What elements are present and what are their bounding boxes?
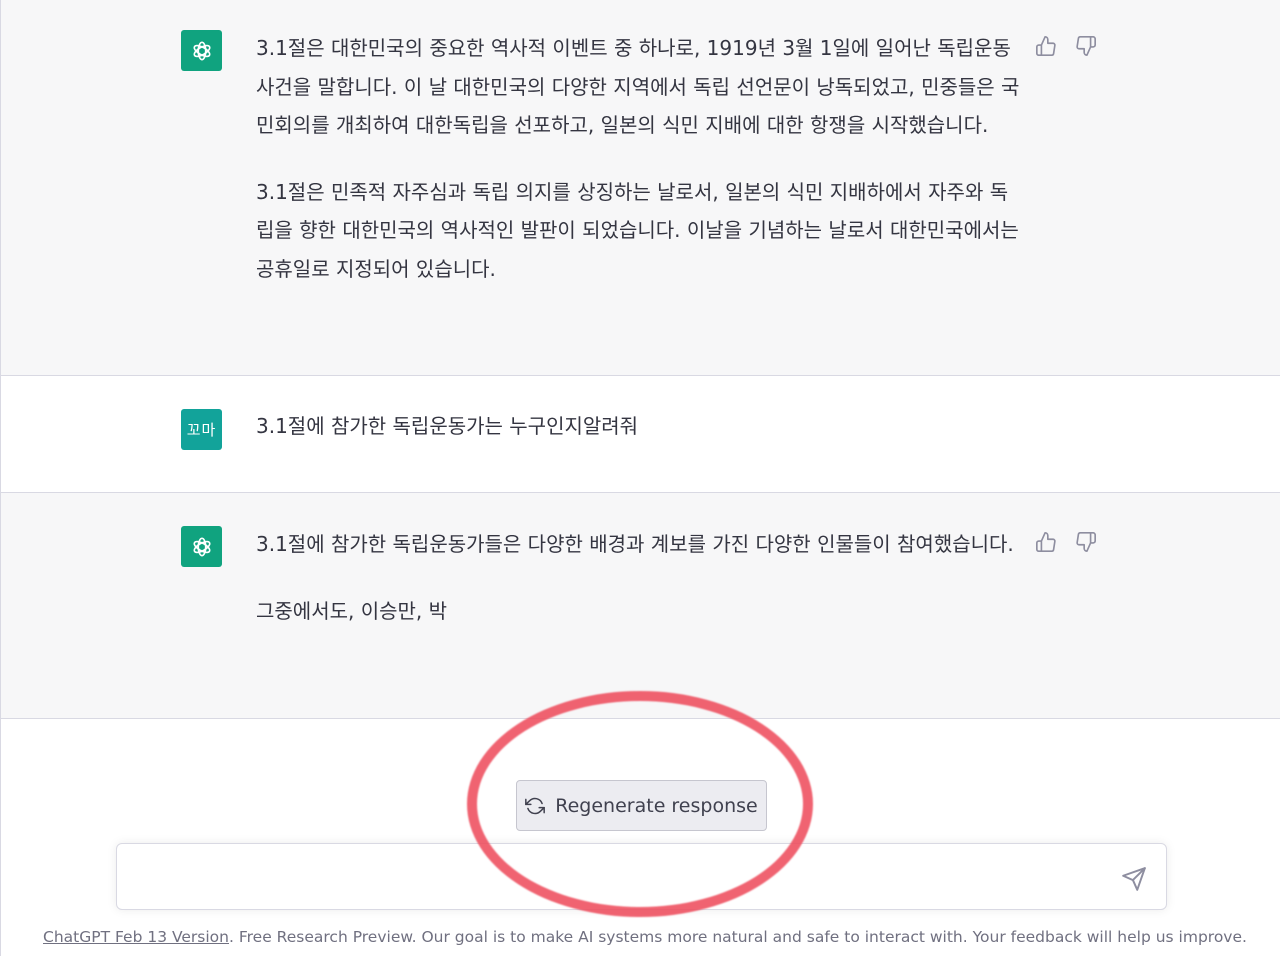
regenerate-label: Regenerate response xyxy=(555,794,758,817)
send-icon[interactable] xyxy=(1121,866,1147,892)
message-paragraph: 3.1절은 대한민국의 중요한 역사적 이벤트 중 하나로, 1919년 3월 … xyxy=(256,36,1020,137)
thumbs-up-icon[interactable] xyxy=(1035,531,1057,553)
message-input[interactable] xyxy=(133,862,1117,896)
message-paragraph: 그중에서도, 이승만, 박 xyxy=(256,598,448,623)
feedback-buttons xyxy=(1035,35,1097,57)
message-paragraph: 3.1절에 참가한 독립운동가들은 다양한 배경과 계보를 가진 다양한 인물들… xyxy=(256,532,1014,556)
assistant-message: 3.1절은 대한민국의 중요한 역사적 이벤트 중 하나로, 1919년 3월 … xyxy=(1,0,1280,376)
message-text: 3.1절에 참가한 독립운동가들은 다양한 배경과 계보를 가진 다양한 인물들… xyxy=(256,525,1026,630)
thumbs-up-icon[interactable] xyxy=(1035,35,1057,57)
footer-disclaimer: ChatGPT Feb 13 Version. Free Research Pr… xyxy=(43,928,1247,946)
openai-logo-icon xyxy=(181,30,222,71)
thumbs-down-icon[interactable] xyxy=(1075,531,1097,553)
feedback-buttons xyxy=(1035,531,1097,553)
user-message: 꼬마 3.1절에 참가한 독립운동가는 누구인지알려줘 xyxy=(1,376,1280,493)
assistant-message: 3.1절에 참가한 독립운동가들은 다양한 배경과 계보를 가진 다양한 인물들… xyxy=(1,493,1280,719)
refresh-icon xyxy=(525,797,546,814)
message-text: 3.1절은 대한민국의 중요한 역사적 이벤트 중 하나로, 1919년 3월 … xyxy=(256,29,1026,288)
thumbs-down-icon[interactable] xyxy=(1075,35,1097,57)
regenerate-response-button[interactable]: Regenerate response xyxy=(516,780,767,831)
footer-text: . Free Research Preview. Our goal is to … xyxy=(229,928,1247,946)
chat-page: 3.1절은 대한민국의 중요한 역사적 이벤트 중 하나로, 1919년 3월 … xyxy=(0,0,1280,956)
version-link[interactable]: ChatGPT Feb 13 Version xyxy=(43,928,229,946)
message-composer xyxy=(116,843,1167,910)
openai-logo-icon xyxy=(181,526,222,567)
user-message-text: 3.1절에 참가한 독립운동가는 누구인지알려줘 xyxy=(256,414,639,438)
user-avatar: 꼬마 xyxy=(181,409,222,450)
message-paragraph: 3.1절은 민족적 자주심과 독립 의지를 상징하는 날로서, 일본의 식민 지… xyxy=(256,179,1019,281)
